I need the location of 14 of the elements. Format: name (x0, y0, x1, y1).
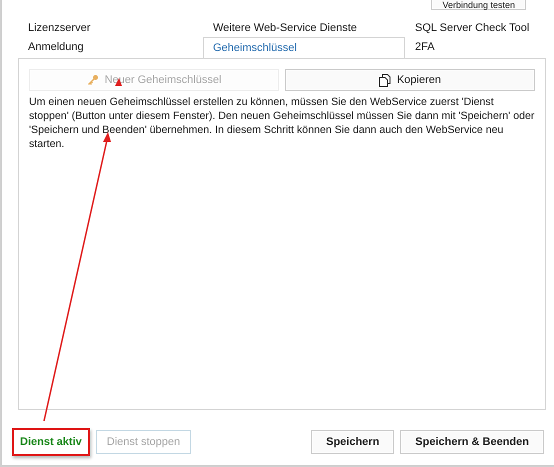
save-and-close-button[interactable]: Speichern & Beenden (400, 430, 544, 454)
tab[interactable]: SQL Server Check Tool (405, 18, 546, 37)
tab[interactable]: Lizenzserver (18, 18, 203, 37)
description-text: Um einen neuen Geheimschlüssel erstellen zu können, müssen Sie den WebService zuerst 'Dienst stoppen' (Button unter diesem Fenster). Den neuen Geheimschlüssel müssen Sie dann mit 'Speichern' oder 'Speichern und Beenden' übernehmen. In diesem Schritt können Sie dann auch den WebService neu starten. (29, 95, 535, 151)
copy-button[interactable]: Kopieren (285, 69, 535, 91)
service-status: Dienst aktiv (12, 428, 90, 456)
tab[interactable]: Anmeldung (18, 37, 203, 57)
tab[interactable]: Weitere Web-Service Dienste (203, 18, 405, 37)
save-button[interactable]: Speichern (311, 430, 394, 454)
copy-icon (378, 74, 391, 86)
tab[interactable]: Geheimschlüssel (203, 37, 405, 58)
connection-test-button[interactable]: Verbindung testen (431, 0, 526, 10)
tab[interactable]: 2FA (405, 37, 546, 57)
key-icon (86, 74, 99, 86)
